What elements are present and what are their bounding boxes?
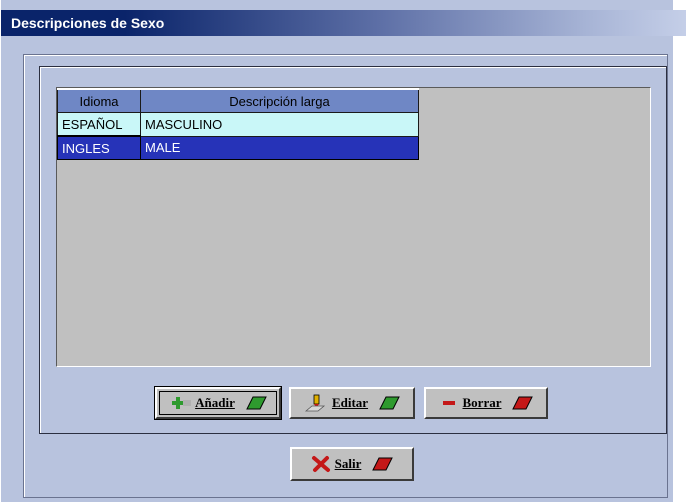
cell-idioma[interactable]: INGLES <box>57 135 141 160</box>
add-button[interactable]: Añadir <box>155 387 281 419</box>
delete-button-label: Borrar <box>462 395 502 410</box>
table-row[interactable]: ESPAÑOL MASCULINO <box>57 112 419 137</box>
dialog-window: Descripciones de Sexo Idioma Descripción… <box>0 0 686 502</box>
cell-descripcion[interactable]: MASCULINO <box>140 112 419 137</box>
cell-idioma[interactable]: ESPAÑOL <box>57 112 141 137</box>
exit-button[interactable]: Salir <box>290 447 414 481</box>
exit-button-label: Salir <box>334 456 362 471</box>
grid-header-row: Idioma Descripción larga <box>57 88 419 113</box>
red-stripe-icon <box>512 396 534 410</box>
edit-button[interactable]: Editar <box>289 387 415 419</box>
add-button-label: Añadir <box>195 395 235 410</box>
delete-button[interactable]: Borrar <box>424 387 548 419</box>
plus-icon <box>172 397 192 409</box>
x-icon <box>311 456 330 472</box>
column-header-descripcion[interactable]: Descripción larga <box>140 88 419 113</box>
title-bar[interactable]: Descripciones de Sexo <box>1 10 686 36</box>
edit-button-label: Editar <box>331 395 369 410</box>
green-stripe-icon <box>379 396 400 410</box>
red-stripe-icon <box>372 457 394 471</box>
green-stripe-icon <box>246 396 267 410</box>
pencil-icon <box>304 394 326 412</box>
minus-icon <box>442 401 455 405</box>
column-header-idioma[interactable]: Idioma <box>57 88 141 113</box>
table-row[interactable]: INGLES MALE <box>57 135 419 160</box>
window-title: Descripciones de Sexo <box>11 15 165 31</box>
data-grid: Idioma Descripción larga ESPAÑOL MASCULI… <box>57 88 419 160</box>
cell-descripcion[interactable]: MALE <box>140 135 419 160</box>
